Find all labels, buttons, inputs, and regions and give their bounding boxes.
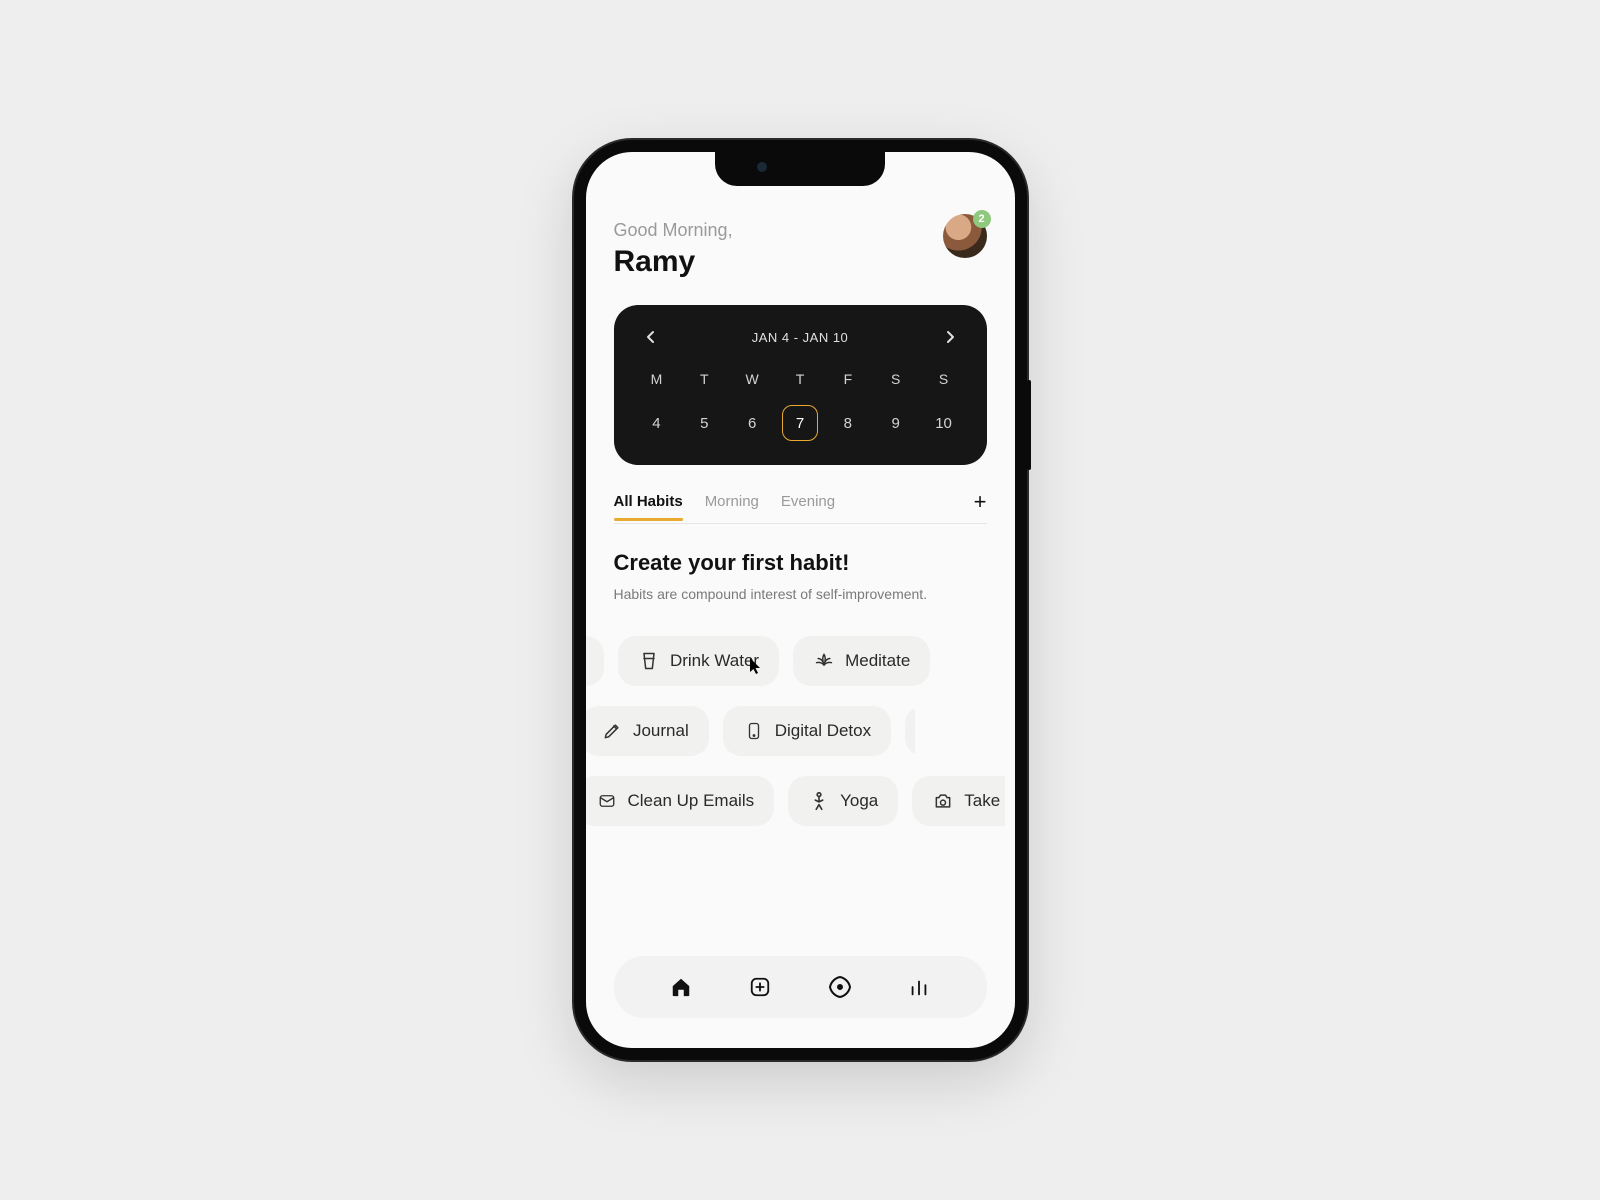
week-range-label: JAN 4 - JAN 10	[752, 330, 849, 345]
habit-chip-clean-up-emails[interactable]: Clean Up Emails	[586, 776, 775, 826]
day-number: 7	[782, 405, 818, 441]
home-icon	[670, 976, 692, 998]
day-cell[interactable]: F8	[827, 371, 869, 441]
habit-chip-label: Meditate	[845, 651, 910, 671]
habit-chip-journal[interactable]: Journal	[586, 706, 709, 756]
day-number: 10	[926, 405, 962, 441]
person-icon	[808, 790, 830, 812]
phone-side-button	[1027, 380, 1031, 470]
notch	[715, 152, 885, 186]
day-cell[interactable]: M4	[636, 371, 678, 441]
next-week-button[interactable]	[939, 325, 963, 349]
phone-icon	[743, 720, 765, 742]
chevron-left-icon	[645, 330, 655, 344]
day-cell[interactable]: S 10	[923, 371, 965, 441]
habit-chip-label: Journal	[633, 721, 689, 741]
nav-stats-button[interactable]	[905, 973, 933, 1001]
day-letter: T	[683, 371, 725, 387]
day-cell[interactable]: W6	[731, 371, 773, 441]
day-cell[interactable]: T7	[779, 371, 821, 441]
day-cell[interactable]: T5	[683, 371, 725, 441]
nav-add-button[interactable]	[746, 973, 774, 1001]
habit-chip-label: Drink Water	[670, 651, 759, 671]
habit-chip-meditate[interactable]: Meditate	[793, 636, 930, 686]
habit-chip-digital-detox[interactable]: Digital Detox	[723, 706, 891, 756]
tab-all-habits[interactable]: All Habits	[614, 493, 683, 520]
phone-frame: Good Morning, Ramy 2 JAN 4 - JAN 10	[574, 140, 1027, 1060]
habit-chip-take[interactable]: Take	[912, 776, 1004, 826]
nav-explore-button[interactable]	[826, 973, 854, 1001]
bar-chart-icon	[908, 976, 930, 998]
camera-icon	[932, 790, 954, 812]
day-letter: S	[875, 371, 917, 387]
pencil-icon	[601, 720, 623, 742]
compass-icon	[828, 975, 852, 999]
hero-title: Create your first habit!	[614, 550, 987, 576]
habit-chip-book[interactable]	[905, 706, 914, 756]
plus-icon: +	[974, 489, 987, 514]
notification-badge: 2	[973, 210, 991, 228]
username-text: Ramy	[614, 245, 733, 279]
lotus-icon	[813, 650, 835, 672]
habit-chip-list[interactable]: List	[586, 636, 604, 686]
add-tab-button[interactable]: +	[974, 489, 987, 523]
day-letter: T	[779, 371, 821, 387]
app-content: Good Morning, Ramy 2 JAN 4 - JAN 10	[586, 152, 1015, 1048]
habit-chip-label: Digital Detox	[775, 721, 871, 741]
tab-evening[interactable]: Evening	[781, 493, 835, 520]
prev-week-button[interactable]	[638, 325, 662, 349]
habit-chip-yoga[interactable]: Yoga	[788, 776, 898, 826]
chevron-right-icon	[946, 330, 956, 344]
habit-chip-label: Take	[964, 791, 1000, 811]
habit-chip-label: Clean Up Emails	[628, 791, 755, 811]
screen: Good Morning, Ramy 2 JAN 4 - JAN 10	[586, 152, 1015, 1048]
habit-chip-label: Yoga	[840, 791, 878, 811]
hero-subtitle: Habits are compound interest of self-imp…	[614, 586, 987, 602]
day-number: 8	[830, 405, 866, 441]
day-letter: F	[827, 371, 869, 387]
day-number: 9	[878, 405, 914, 441]
greeting-text: Good Morning,	[614, 220, 733, 241]
bottom-nav	[614, 956, 987, 1018]
day-number: 5	[686, 405, 722, 441]
week-calendar-card: JAN 4 - JAN 10 M4T5W6T7F8S9S10	[614, 305, 987, 465]
cup-icon	[638, 650, 660, 672]
day-number: 6	[734, 405, 770, 441]
habit-suggestion-grid: ListDrink WaterMeditate eJournalDigital …	[614, 636, 987, 826]
day-letter: M	[636, 371, 678, 387]
plus-square-icon	[749, 976, 771, 998]
mail-icon	[596, 790, 618, 812]
day-letter: S	[923, 371, 965, 387]
avatar-button[interactable]: 2	[943, 214, 987, 258]
nav-home-button[interactable]	[667, 973, 695, 1001]
day-cell[interactable]: S9	[875, 371, 917, 441]
day-letter: W	[731, 371, 773, 387]
day-number: 4	[638, 405, 674, 441]
tab-morning[interactable]: Morning	[705, 493, 759, 520]
habit-chip-drink-water[interactable]: Drink Water	[618, 636, 779, 686]
